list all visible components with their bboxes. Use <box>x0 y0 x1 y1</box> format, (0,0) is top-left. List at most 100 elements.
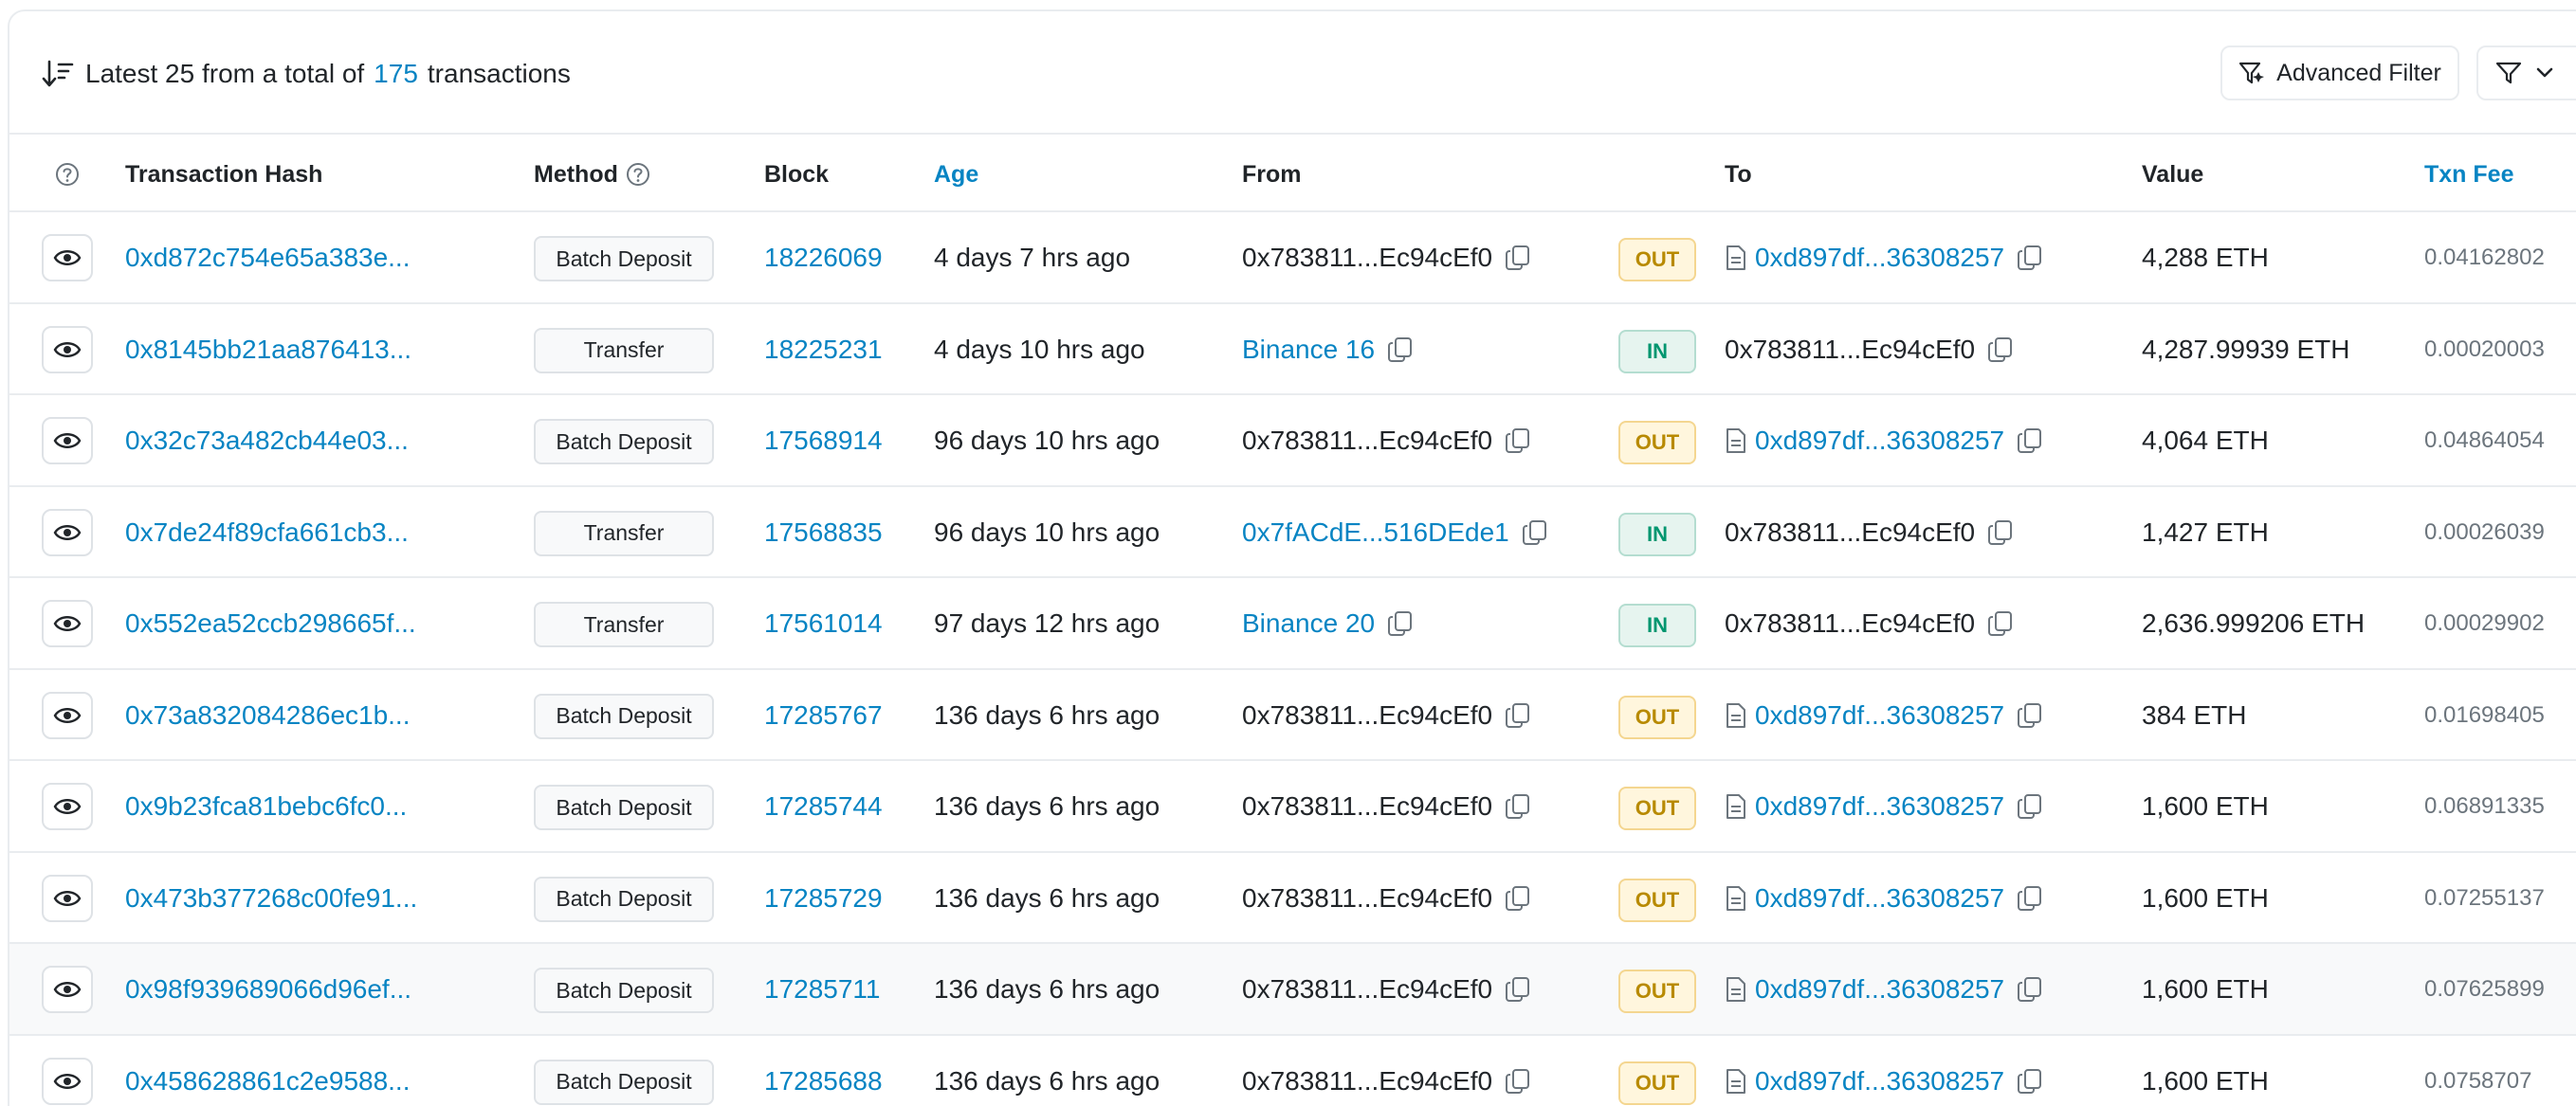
txn-fee-text: 0.0758707 <box>2424 1067 2532 1094</box>
value-text: 1,427 ETH <box>2142 517 2269 547</box>
summary-total[interactable]: 175 <box>374 59 418 89</box>
block-link[interactable]: 17285744 <box>764 761 883 852</box>
txn-fee-text: 0.07625899 <box>2424 976 2545 1002</box>
info-column-header[interactable] <box>55 135 80 214</box>
table-row: 0x458628861c2e9588... Batch Deposit 172856… <box>9 1036 2576 1106</box>
copy-icon[interactable] <box>1386 609 1415 638</box>
question-circle-icon[interactable] <box>626 162 650 187</box>
block-link[interactable]: 18226069 <box>764 212 883 303</box>
txn-hash-link[interactable]: 0x98f939689066d96ef... <box>125 944 411 1035</box>
txn-fee-text: 0.00020003 <box>2424 335 2545 362</box>
copy-icon[interactable] <box>2016 975 2044 1004</box>
column-header-age[interactable]: Age <box>934 135 978 214</box>
age-text: 136 days 6 hrs ago <box>934 1065 1160 1096</box>
to-address[interactable]: 0xd897df...36308257 <box>1755 974 2004 1005</box>
txn-hash-link[interactable]: 0x73a832084286ec1b... <box>125 670 411 761</box>
txn-hash-link[interactable]: 0x9b23fca81bebc6fc0... <box>125 761 407 852</box>
contract-file-icon <box>1726 1068 1745 1094</box>
txn-fee-text: 0.00026039 <box>2424 518 2545 545</box>
filter-dropdown-button[interactable] <box>2476 45 2576 100</box>
to-address[interactable]: 0xd897df...36308257 <box>1755 700 2004 731</box>
to-address: 0x783811...Ec94cEf0 <box>1725 517 1976 547</box>
advanced-filter-button[interactable]: Advanced Filter <box>2220 45 2459 100</box>
txn-hash-link[interactable]: 0x473b377268c00fe91... <box>125 853 417 944</box>
copy-icon[interactable] <box>1504 244 1532 272</box>
copy-icon[interactable] <box>1986 609 2015 638</box>
txn-hash-link[interactable]: 0x552ea52ccb298665f... <box>125 578 416 669</box>
preview-button[interactable] <box>42 691 93 739</box>
from-address[interactable]: Binance 16 <box>1242 335 1375 365</box>
preview-button[interactable] <box>42 600 93 647</box>
copy-icon[interactable] <box>1986 518 2015 547</box>
method-badge: Batch Deposit <box>534 1059 714 1105</box>
txn-fee-text: 0.00029902 <box>2424 610 2545 636</box>
method-badge: Batch Deposit <box>534 876 714 922</box>
preview-button[interactable] <box>42 966 93 1013</box>
table-row: 0x98f939689066d96ef... Batch Deposit 17285… <box>9 944 2576 1036</box>
block-link[interactable]: 17285688 <box>764 1036 883 1106</box>
copy-icon[interactable] <box>1504 975 1532 1004</box>
to-address[interactable]: 0xd897df...36308257 <box>1755 243 2004 273</box>
preview-button[interactable] <box>42 234 93 281</box>
txn-hash-link[interactable]: 0x7de24f89cfa661cb3... <box>125 487 409 578</box>
block-link[interactable]: 17561014 <box>764 578 883 669</box>
copy-icon[interactable] <box>1504 701 1532 730</box>
block-link[interactable]: 17568835 <box>764 487 883 578</box>
copy-icon[interactable] <box>2016 1067 2044 1096</box>
preview-button[interactable] <box>42 874 93 922</box>
copy-icon[interactable] <box>1504 426 1532 455</box>
txn-hash-link[interactable]: 0x8145bb21aa876413... <box>125 304 411 395</box>
table-row: 0x552ea52ccb298665f... Transfer 17561014 97… <box>9 578 2576 670</box>
sort-descending-icon[interactable] <box>42 57 76 91</box>
preview-button[interactable] <box>42 1057 93 1105</box>
copy-icon[interactable] <box>1386 335 1415 364</box>
eye-icon <box>53 524 82 540</box>
copy-icon[interactable] <box>2016 426 2044 455</box>
to-address[interactable]: 0xd897df...36308257 <box>1755 883 2004 914</box>
from-cell: 0x783811...Ec94cEf0 <box>1242 761 1532 852</box>
block-link[interactable]: 17568914 <box>764 395 883 486</box>
to-address[interactable]: 0xd897df...36308257 <box>1755 426 2004 456</box>
transactions-summary: Latest 25 from a total of 175 transactio… <box>42 55 571 93</box>
copy-icon[interactable] <box>1504 884 1532 913</box>
copy-icon[interactable] <box>2016 884 2044 913</box>
preview-button[interactable] <box>42 417 93 464</box>
method-badge: Transfer <box>534 510 714 556</box>
txn-hash-link[interactable]: 0x458628861c2e9588... <box>125 1036 411 1106</box>
copy-icon[interactable] <box>2016 701 2044 730</box>
copy-icon[interactable] <box>1504 1067 1532 1096</box>
value-text: 1,600 ETH <box>2142 1065 2269 1096</box>
block-link[interactable]: 17285729 <box>764 853 883 944</box>
to-cell: 0xd897df...36308257 <box>1725 395 2044 486</box>
preview-button[interactable] <box>42 783 93 830</box>
txn-hash-link[interactable]: 0xd872c754e65a383e... <box>125 212 411 303</box>
to-address[interactable]: 0xd897df...36308257 <box>1755 1066 2004 1097</box>
table-row: 0x473b377268c00fe91... Batch Deposit 17285… <box>9 853 2576 944</box>
copy-icon[interactable] <box>1504 792 1532 821</box>
preview-button[interactable] <box>42 508 93 556</box>
value-text: 1,600 ETH <box>2142 974 2269 1004</box>
copy-icon[interactable] <box>1521 518 1549 547</box>
copy-icon[interactable] <box>2016 792 2044 821</box>
from-address: 0x783811...Ec94cEf0 <box>1242 1065 1493 1096</box>
eye-icon <box>53 1073 82 1089</box>
chevron-down-icon <box>2536 67 2553 78</box>
column-header-txn-fee[interactable]: Txn Fee <box>2424 135 2513 214</box>
to-address: 0x783811...Ec94cEf0 <box>1725 334 1976 364</box>
block-link[interactable]: 18225231 <box>764 304 883 395</box>
copy-icon[interactable] <box>2016 244 2044 272</box>
from-address[interactable]: 0x7fACdE...516DEde1 <box>1242 517 1509 548</box>
direction-badge: IN <box>1618 512 1696 556</box>
block-link[interactable]: 17285711 <box>764 944 881 1035</box>
age-text: 136 days 6 hrs ago <box>934 791 1160 821</box>
txn-hash-link[interactable]: 0x32c73a482cb44e03... <box>125 395 409 486</box>
method-badge: Batch Deposit <box>534 236 714 281</box>
to-address[interactable]: 0xd897df...36308257 <box>1755 791 2004 822</box>
preview-button[interactable] <box>42 325 93 373</box>
table-toolbar: Latest 25 from a total of 175 transactio… <box>9 11 2576 133</box>
block-link[interactable]: 17285767 <box>764 670 883 761</box>
value-text: 2,636.999206 ETH <box>2142 608 2366 638</box>
filter-icon <box>2495 62 2522 84</box>
copy-icon[interactable] <box>1986 335 2015 364</box>
from-address[interactable]: Binance 20 <box>1242 608 1375 639</box>
